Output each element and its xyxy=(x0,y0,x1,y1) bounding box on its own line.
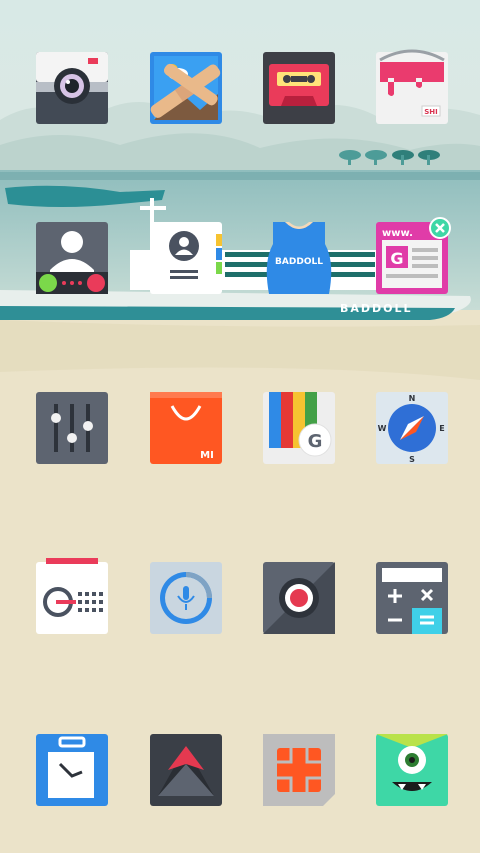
paint-label-text: SHI xyxy=(424,108,438,116)
svg-text:G: G xyxy=(308,431,323,452)
baddoll-shirt-icon[interactable]: BADDOLL xyxy=(263,222,335,294)
dark-app-icon[interactable] xyxy=(150,734,222,806)
music-cassette-icon[interactable] xyxy=(263,52,335,124)
mi-store-bag-icon[interactable]: MI xyxy=(150,392,222,464)
compass-w-text: W xyxy=(378,424,387,433)
mi-logo-text: MI xyxy=(200,450,214,461)
compass-n-text: N xyxy=(409,394,416,403)
google-icon[interactable]: G xyxy=(263,392,335,464)
theme-paint-bucket-icon[interactable]: SHI xyxy=(376,49,448,124)
browser-www-text: www. xyxy=(382,228,413,239)
compass-icon[interactable]: N E S W xyxy=(376,392,448,464)
camera-icon[interactable] xyxy=(36,52,108,124)
svg-text:G: G xyxy=(390,249,403,268)
ship-brand-text: BADDOLL xyxy=(340,302,413,315)
shirt-brand-text: BADDOLL xyxy=(275,257,323,267)
recorder-icon[interactable] xyxy=(263,562,335,634)
gallery-icon[interactable] xyxy=(150,52,222,124)
clock-icon[interactable] xyxy=(36,734,108,806)
radio-icon[interactable] xyxy=(36,558,108,634)
monster-icon[interactable] xyxy=(376,734,448,806)
compass-e-text: E xyxy=(439,424,444,433)
phone-dialer-icon[interactable] xyxy=(36,222,108,294)
sim-toolkit-icon[interactable] xyxy=(263,734,335,806)
contacts-icon[interactable] xyxy=(150,222,222,294)
calculator-icon[interactable] xyxy=(376,562,448,634)
compass-s-text: S xyxy=(409,455,415,464)
settings-sliders-icon[interactable] xyxy=(36,392,108,464)
voice-assistant-icon[interactable] xyxy=(150,562,222,634)
browser-icon[interactable]: www. G xyxy=(376,217,451,294)
